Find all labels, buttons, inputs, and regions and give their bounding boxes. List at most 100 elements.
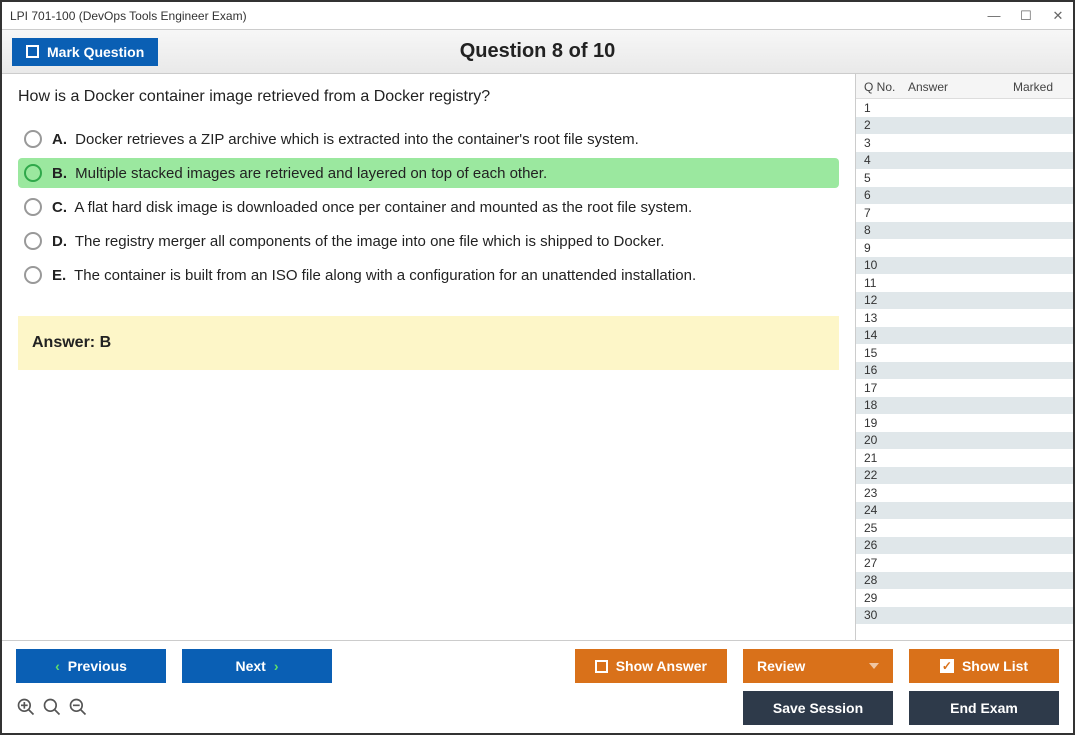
option-text: E. The container is built from an ISO fi…: [52, 267, 696, 284]
checkbox-icon: [26, 45, 39, 58]
show-list-button[interactable]: ✓ Show List: [909, 649, 1059, 683]
list-item[interactable]: 4: [856, 152, 1073, 170]
row-number: 17: [864, 381, 894, 395]
list-item[interactable]: 27: [856, 554, 1073, 572]
minimize-icon[interactable]: —: [987, 8, 1001, 24]
list-item[interactable]: 21: [856, 449, 1073, 467]
list-item[interactable]: 18: [856, 397, 1073, 415]
zoom-reset-icon[interactable]: [42, 697, 62, 717]
options-list: A. Docker retrieves a ZIP archive which …: [18, 124, 839, 290]
previous-label: Previous: [68, 658, 127, 674]
list-item[interactable]: 26: [856, 537, 1073, 555]
check-icon: ✓: [940, 659, 954, 673]
row-number: 25: [864, 521, 894, 535]
list-item[interactable]: 25: [856, 519, 1073, 537]
list-item[interactable]: 19: [856, 414, 1073, 432]
row-number: 10: [864, 258, 894, 272]
row-number: 12: [864, 293, 894, 307]
question-area: How is a Docker container image retrieve…: [2, 74, 855, 640]
mark-question-button[interactable]: Mark Question: [12, 38, 158, 66]
save-session-label: Save Session: [773, 700, 863, 716]
maximize-icon[interactable]: ☐: [1019, 8, 1033, 24]
mark-question-label: Mark Question: [47, 44, 144, 60]
row-number: 20: [864, 433, 894, 447]
row-number: 23: [864, 486, 894, 500]
bottom-toolbar: ‹ Previous Next › Show Answer Review ✓ S…: [2, 640, 1073, 733]
answer-box: Answer: B: [18, 316, 839, 370]
list-item[interactable]: 24: [856, 502, 1073, 520]
list-item[interactable]: 8: [856, 222, 1073, 240]
row-number: 22: [864, 468, 894, 482]
zoom-out-icon[interactable]: [68, 697, 88, 717]
list-item[interactable]: 3: [856, 134, 1073, 152]
list-item[interactable]: 29: [856, 589, 1073, 607]
show-answer-label: Show Answer: [616, 658, 707, 674]
row-number: 26: [864, 538, 894, 552]
question-list-panel: Q No. Answer Marked 12345678910111213141…: [855, 74, 1073, 640]
next-label: Next: [235, 658, 265, 674]
radio-icon: [24, 130, 42, 148]
option-text: B. Multiple stacked images are retrieved…: [52, 165, 547, 182]
zoom-in-icon[interactable]: [16, 697, 36, 717]
row-number: 14: [864, 328, 894, 342]
row-number: 13: [864, 311, 894, 325]
close-icon[interactable]: ✕: [1051, 8, 1065, 24]
row-number: 6: [864, 188, 894, 202]
list-item[interactable]: 14: [856, 327, 1073, 345]
row-number: 9: [864, 241, 894, 255]
review-button[interactable]: Review: [743, 649, 893, 683]
row-number: 8: [864, 223, 894, 237]
window-controls: — ☐ ✕: [987, 8, 1065, 24]
chevron-left-icon: ‹: [55, 658, 60, 674]
chevron-right-icon: ›: [274, 658, 279, 674]
next-button[interactable]: Next ›: [182, 649, 332, 683]
list-item[interactable]: 16: [856, 362, 1073, 380]
list-item[interactable]: 13: [856, 309, 1073, 327]
list-item[interactable]: 5: [856, 169, 1073, 187]
previous-button[interactable]: ‹ Previous: [16, 649, 166, 683]
list-item[interactable]: 12: [856, 292, 1073, 310]
row-number: 15: [864, 346, 894, 360]
row-number: 27: [864, 556, 894, 570]
list-item[interactable]: 9: [856, 239, 1073, 257]
row-number: 18: [864, 398, 894, 412]
option-c[interactable]: C. A flat hard disk image is downloaded …: [18, 192, 839, 222]
question-counter: Question 8 of 10: [460, 40, 616, 63]
option-text: D. The registry merger all components of…: [52, 233, 664, 250]
list-item[interactable]: 2: [856, 117, 1073, 135]
option-b[interactable]: B. Multiple stacked images are retrieved…: [18, 158, 839, 188]
row-number: 1: [864, 101, 894, 115]
list-item[interactable]: 11: [856, 274, 1073, 292]
row-number: 19: [864, 416, 894, 430]
list-item[interactable]: 20: [856, 432, 1073, 450]
list-item[interactable]: 23: [856, 484, 1073, 502]
topbar: Mark Question Question 8 of 10: [2, 30, 1073, 74]
show-list-label: Show List: [962, 658, 1028, 674]
option-d[interactable]: D. The registry merger all components of…: [18, 226, 839, 256]
app-window: LPI 701-100 (DevOps Tools Engineer Exam)…: [0, 0, 1075, 735]
option-a[interactable]: A. Docker retrieves a ZIP archive which …: [18, 124, 839, 154]
show-answer-button[interactable]: Show Answer: [575, 649, 727, 683]
list-item[interactable]: 6: [856, 187, 1073, 205]
list-item[interactable]: 10: [856, 257, 1073, 275]
radio-icon: [24, 198, 42, 216]
list-item[interactable]: 1: [856, 99, 1073, 117]
list-item[interactable]: 7: [856, 204, 1073, 222]
row-number: 11: [864, 276, 894, 290]
save-session-button[interactable]: Save Session: [743, 691, 893, 725]
list-item[interactable]: 22: [856, 467, 1073, 485]
question-list[interactable]: 1234567891011121314151617181920212223242…: [856, 99, 1073, 640]
list-item[interactable]: 28: [856, 572, 1073, 590]
list-header: Q No. Answer Marked: [856, 74, 1073, 99]
option-e[interactable]: E. The container is built from an ISO fi…: [18, 260, 839, 290]
option-text: C. A flat hard disk image is downloaded …: [52, 199, 692, 216]
list-item[interactable]: 30: [856, 607, 1073, 625]
list-item[interactable]: 15: [856, 344, 1073, 362]
list-item[interactable]: 17: [856, 379, 1073, 397]
question-text: How is a Docker container image retrieve…: [18, 88, 839, 106]
button-row-2: Save Session End Exam: [16, 691, 1059, 725]
row-number: 2: [864, 118, 894, 132]
end-exam-label: End Exam: [950, 700, 1018, 716]
end-exam-button[interactable]: End Exam: [909, 691, 1059, 725]
header-marked: Marked: [988, 80, 1065, 94]
